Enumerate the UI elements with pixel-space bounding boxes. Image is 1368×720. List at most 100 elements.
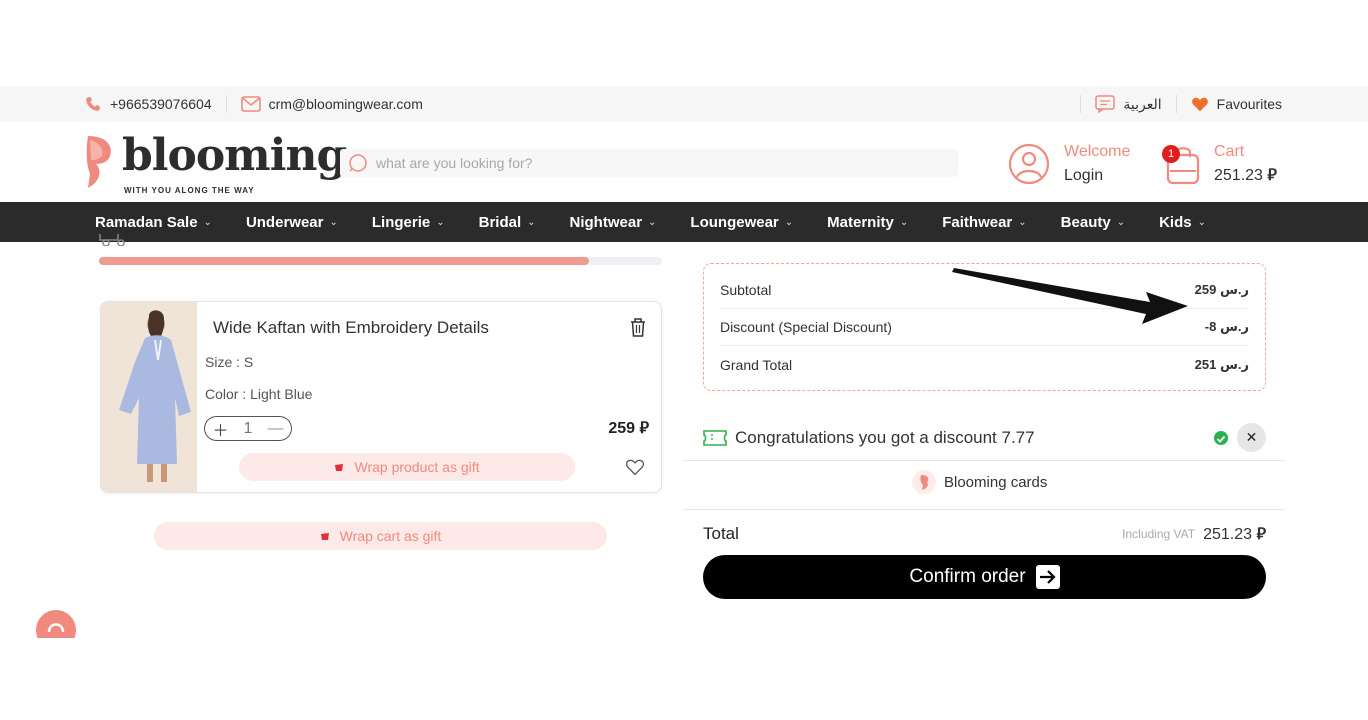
discount-value: -8 ر.س — [1204, 319, 1249, 334]
chevron-down-icon: ⌄ — [648, 216, 657, 228]
cart-amount: 251.23 ⃁ — [1214, 164, 1277, 188]
logo[interactable]: blooming WITH YOU ALONG THE WAY — [84, 130, 347, 195]
quantity-value: 1 — [243, 419, 253, 437]
nav-item-ramadan-sale[interactable]: Ramadan Sale ⌄ — [95, 214, 212, 231]
product-size: Size : S — [205, 354, 254, 370]
login-link[interactable]: Login — [1064, 164, 1130, 188]
riyal-icon: ⃁ — [639, 420, 649, 437]
progress-fill — [99, 257, 589, 265]
mail-icon — [240, 96, 261, 112]
quantity-stepper: ＋ 1 — — [204, 416, 292, 441]
chevron-down-icon: ⌄ — [329, 216, 338, 228]
nav-item-label: Maternity — [827, 213, 894, 231]
nav-item-label: Faithwear — [942, 213, 1013, 231]
favourites-link[interactable]: Favourites — [1217, 96, 1282, 112]
chevron-down-icon: ⌄ — [436, 216, 445, 228]
search-bar — [340, 149, 958, 177]
product-image[interactable] — [101, 302, 197, 492]
chevron-down-icon: ⌄ — [203, 216, 212, 228]
confirm-order-button[interactable]: Confirm order — [703, 555, 1266, 599]
grand-total-row: Grand Total 251 ر.س — [720, 346, 1249, 383]
divider — [1175, 95, 1177, 113]
chevron-down-icon: ⌄ — [784, 216, 794, 228]
delivery-truck-icon — [99, 234, 129, 246]
phone-number[interactable]: +966539076604 — [110, 96, 212, 112]
nav-item-bridal[interactable]: Bridal ⌄ — [479, 214, 536, 231]
total-amount: 251.23 ⃁ — [1203, 524, 1266, 544]
logo-text: blooming — [122, 130, 347, 181]
product-price-value: 259 — [608, 420, 636, 437]
chat-icon — [1095, 95, 1116, 113]
cart-text: Cart 251.23 ⃁ — [1214, 140, 1277, 188]
wrap-cart-gift-button[interactable]: Wrap cart as gift — [154, 522, 607, 550]
blooming-cards-label: Blooming cards — [944, 473, 1048, 491]
divider — [683, 460, 1285, 461]
nav-item-nightwear[interactable]: Nightwear ⌄ — [570, 214, 657, 231]
plus-icon[interactable]: ＋ — [213, 417, 229, 441]
top-contact-bar: +966539076604 crm@bloomingwear.com العرب… — [0, 86, 1368, 122]
chevron-down-icon: ⌄ — [527, 216, 536, 228]
chevron-down-icon: ⌄ — [1197, 216, 1206, 228]
confirm-order-label: Confirm order — [909, 566, 1026, 587]
nav-item-lingerie[interactable]: Lingerie ⌄ — [372, 214, 445, 231]
chevron-down-icon: ⌄ — [1018, 216, 1027, 228]
total-amount-value: 251.23 — [1203, 526, 1253, 543]
vat-note: Including VAT — [1122, 527, 1196, 541]
close-icon[interactable]: ✕ — [1237, 423, 1266, 452]
support-chat-icon[interactable] — [36, 608, 76, 638]
wrap-cart-label: Wrap cart as gift — [339, 528, 442, 544]
product-price: 259 ⃁ — [608, 418, 649, 438]
contact-info: +966539076604 crm@bloomingwear.com — [84, 95, 423, 113]
account-text: Welcome Login — [1064, 140, 1130, 188]
nav-item-label: Kids — [1159, 213, 1192, 231]
nav-item-label: Loungewear — [690, 213, 779, 231]
email-link[interactable]: crm@bloomingwear.com — [269, 96, 423, 112]
riyal-icon: ⃁ — [1256, 526, 1266, 543]
search-input[interactable] — [376, 155, 936, 171]
language-switch[interactable]: العربية — [1123, 96, 1161, 113]
total-row: Total Including VAT 251.23 ⃁ — [703, 522, 1266, 546]
trash-icon[interactable] — [629, 317, 647, 342]
gift-icon — [320, 528, 330, 544]
nav-item-loungewear[interactable]: Loungewear ⌄ — [690, 214, 793, 231]
cart-count-badge: 1 — [1162, 145, 1180, 163]
discount-message: Congratulations you got a discount 7.77 — [735, 428, 1035, 447]
logo-tagline: WITH YOU ALONG THE WAY — [124, 186, 255, 195]
minus-icon[interactable]: — — [267, 420, 283, 438]
nav-item-underwear[interactable]: Underwear ⌄ — [246, 214, 338, 231]
cart-label: Cart — [1214, 143, 1245, 160]
nav-item-beauty[interactable]: Beauty ⌄ — [1061, 214, 1125, 231]
annotation-arrow-icon — [950, 262, 1190, 337]
cart-item-card: Wide Kaftan with Embroidery Details Size… — [100, 301, 662, 493]
cart-link[interactable]: 1 Cart 251.23 ⃁ — [1162, 140, 1277, 188]
chevron-down-icon: ⌄ — [1116, 216, 1126, 228]
wrap-product-gift-button[interactable]: Wrap product as gift — [239, 453, 575, 481]
divider — [225, 95, 227, 113]
total-label: Total — [703, 524, 739, 543]
shopping-bag-icon: 1 — [1162, 143, 1202, 185]
nav-item-kids[interactable]: Kids ⌄ — [1159, 214, 1206, 231]
wishlist-heart-icon[interactable] — [625, 458, 645, 481]
user-icon — [1008, 143, 1050, 185]
nav-item-maternity[interactable]: Maternity ⌄ — [827, 214, 908, 231]
chevron-down-icon: ⌄ — [899, 216, 909, 228]
blooming-cards-link[interactable]: Blooming cards — [912, 470, 1047, 494]
nav-item-label: Nightwear — [569, 213, 643, 231]
nav-item-label: Ramadan Sale — [95, 213, 198, 231]
wrap-product-label: Wrap product as gift — [354, 459, 480, 475]
category-nav: Ramadan Sale ⌄ Underwear ⌄ Lingerie ⌄ Brida… — [0, 202, 1368, 242]
phone-icon — [84, 95, 102, 113]
cart-amount-value: 251.23 — [1214, 167, 1263, 184]
search-icon[interactable] — [348, 153, 368, 173]
grand-total-value: 251 ر.س — [1194, 356, 1249, 372]
butterfly-logo-icon — [84, 134, 114, 190]
product-color: Color : Light Blue — [205, 386, 313, 402]
total-right: Including VAT 251.23 ⃁ — [1122, 524, 1266, 544]
account-link[interactable]: Welcome Login — [1008, 140, 1130, 188]
nav-item-label: Underwear — [245, 213, 324, 231]
blooming-card-icon — [912, 470, 936, 494]
product-name[interactable]: Wide Kaftan with Embroidery Details — [213, 318, 489, 338]
topbar-actions: العربية Favourites — [1074, 95, 1282, 113]
nav-item-faithwear[interactable]: Faithwear ⌄ — [942, 214, 1026, 231]
free-shipping-progress — [99, 257, 662, 265]
